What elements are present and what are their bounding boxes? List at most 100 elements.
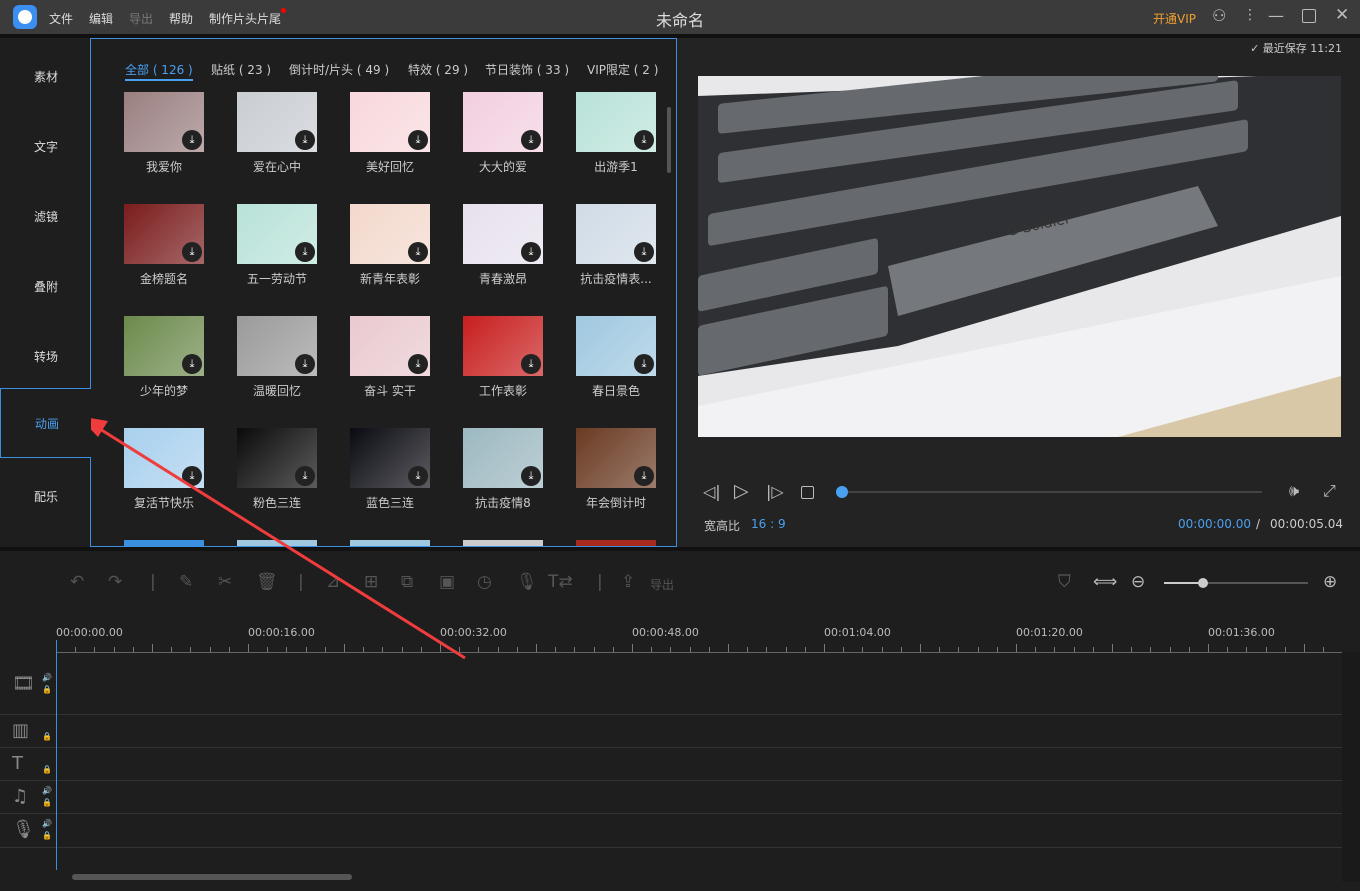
template-thumbnail[interactable]: ⤓	[237, 92, 317, 152]
duration-icon[interactable]: ◷	[477, 572, 492, 592]
nav-transition[interactable]: 转场	[0, 322, 90, 392]
vip-button[interactable]: 开通VIP	[1153, 10, 1196, 27]
lock-icon[interactable]: 🔒	[42, 685, 52, 694]
export-icon[interactable]: ⇪	[621, 572, 635, 592]
nav-text[interactable]: 文字	[0, 112, 90, 182]
download-icon[interactable]: ⤓	[182, 354, 202, 374]
template-thumbnail[interactable]	[237, 540, 317, 546]
close-icon[interactable]: ✕	[1335, 5, 1349, 25]
marker-icon[interactable]: ⛉	[1058, 572, 1071, 592]
mute-icon[interactable]: 🔊	[42, 819, 52, 828]
zoom-in-icon[interactable]: ⊕	[1323, 572, 1337, 592]
template-thumbnail[interactable]: ⤓	[124, 316, 204, 376]
vertical-scrollbar[interactable]	[1342, 652, 1360, 882]
download-icon[interactable]: ⤓	[408, 130, 428, 150]
download-icon[interactable]: ⤓	[521, 130, 541, 150]
template-thumbnail[interactable]: ⤓	[463, 428, 543, 488]
template-thumbnail[interactable]: ⤓	[350, 204, 430, 264]
play-icon[interactable]: ▷	[734, 480, 749, 502]
category-vip[interactable]: VIP限定 ( 2 )	[587, 61, 658, 78]
mosaic-icon[interactable]: ⊞	[364, 572, 378, 592]
minimize-icon[interactable]: —	[1268, 6, 1284, 25]
lock-icon[interactable]: 🔒	[42, 732, 52, 741]
template-thumbnail[interactable]: ⤓	[124, 428, 204, 488]
mute-icon[interactable]: 🔊	[42, 673, 52, 682]
template-thumbnail[interactable]	[576, 540, 656, 546]
download-icon[interactable]: ⤓	[634, 466, 654, 486]
zoom-slider-handle[interactable]	[1198, 578, 1208, 588]
template-thumbnail[interactable]: ⤓	[350, 316, 430, 376]
timeline-track[interactable]: 🎞 🔒 🔊	[0, 654, 1342, 715]
template-thumbnail[interactable]: ⤓	[237, 204, 317, 264]
download-icon[interactable]: ⤓	[408, 354, 428, 374]
cut-icon[interactable]: ✂	[218, 572, 232, 592]
panel-scrollbar[interactable]	[667, 107, 671, 173]
delete-icon[interactable]: 🗑	[256, 572, 278, 592]
zoom-slider[interactable]	[1164, 582, 1308, 584]
template-thumbnail[interactable]: ⤓	[237, 428, 317, 488]
more-icon[interactable]: ⋮	[1243, 7, 1257, 23]
download-icon[interactable]: ⤓	[521, 242, 541, 262]
progress-track[interactable]	[842, 491, 1262, 493]
nav-media[interactable]: 素材	[0, 42, 90, 112]
zoom-out-icon[interactable]: ⊖	[1131, 572, 1145, 592]
lock-icon[interactable]: 🔒	[42, 798, 52, 807]
lock-icon[interactable]: 🔒	[42, 765, 52, 774]
template-thumbnail[interactable]: ⤓	[350, 92, 430, 152]
lock-icon[interactable]: 🔒	[42, 831, 52, 840]
template-thumbnail[interactable]: ⤓	[463, 316, 543, 376]
download-icon[interactable]: ⤓	[634, 242, 654, 262]
download-icon[interactable]: ⤓	[634, 130, 654, 150]
template-thumbnail[interactable]: ⤓	[124, 204, 204, 264]
edit-icon[interactable]: ✎	[179, 572, 193, 592]
category-effects[interactable]: 特效 ( 29 )	[408, 61, 468, 78]
split-screen-icon[interactable]: ⧉	[401, 572, 413, 592]
next-frame-icon[interactable]: |▷	[766, 482, 784, 501]
aspect-ratio[interactable]: 16 : 9	[751, 517, 786, 531]
nav-music[interactable]: 配乐	[0, 462, 90, 532]
fullscreen-icon[interactable]: ⤢	[1323, 481, 1336, 501]
timeline-track[interactable]: ♫ 🔒 🔊	[0, 781, 1342, 814]
template-thumbnail[interactable]: ⤓	[576, 92, 656, 152]
download-icon[interactable]: ⤓	[521, 354, 541, 374]
timeline-scrollbar[interactable]	[72, 874, 352, 880]
template-thumbnail[interactable]	[463, 540, 543, 546]
stop-icon[interactable]	[801, 486, 814, 499]
template-thumbnail[interactable]: ⤓	[463, 92, 543, 152]
download-icon[interactable]: ⤓	[182, 466, 202, 486]
template-thumbnail[interactable]: ⤓	[576, 204, 656, 264]
category-holiday[interactable]: 节日装饰 ( 33 )	[485, 61, 569, 78]
record-icon[interactable]: 🎙	[516, 572, 538, 592]
nav-overlay[interactable]: 叠附	[0, 252, 90, 322]
template-thumbnail[interactable]	[350, 540, 430, 546]
nav-filter[interactable]: 滤镜	[0, 182, 90, 252]
timeline-track[interactable]: 🎙 🔒 🔊	[0, 814, 1342, 848]
download-icon[interactable]: ⤓	[295, 242, 315, 262]
download-icon[interactable]: ⤓	[182, 242, 202, 262]
mute-icon[interactable]: 🔊	[42, 786, 52, 795]
fit-timeline-icon[interactable]: ⟺	[1093, 572, 1117, 592]
frame-icon[interactable]: ▣	[439, 572, 455, 592]
timeline-track[interactable]: ▥ 🔒	[0, 715, 1342, 748]
redo-icon[interactable]: ↷	[108, 572, 122, 592]
download-icon[interactable]: ⤓	[408, 242, 428, 262]
volume-icon[interactable]: 🕪	[1289, 481, 1299, 501]
export-button[interactable]: 导出	[650, 576, 674, 593]
download-icon[interactable]: ⤓	[634, 354, 654, 374]
template-thumbnail[interactable]: ⤓	[463, 204, 543, 264]
download-icon[interactable]: ⤓	[295, 466, 315, 486]
template-thumbnail[interactable]: ⤓	[124, 92, 204, 152]
download-icon[interactable]: ⤓	[295, 354, 315, 374]
maximize-icon[interactable]	[1302, 9, 1316, 23]
playhead[interactable]	[56, 640, 57, 870]
download-icon[interactable]: ⤓	[182, 130, 202, 150]
template-thumbnail[interactable]: ⤓	[350, 428, 430, 488]
download-icon[interactable]: ⤓	[408, 466, 428, 486]
download-icon[interactable]: ⤓	[295, 130, 315, 150]
download-icon[interactable]: ⤓	[521, 466, 541, 486]
text-to-speech-icon[interactable]: T⇄	[548, 572, 573, 592]
user-icon[interactable]: ⚇	[1212, 6, 1226, 25]
timeline-track[interactable]: T 🔒	[0, 748, 1342, 781]
category-all[interactable]: 全部 ( 126 )	[125, 61, 193, 81]
template-thumbnail[interactable]: ⤓	[576, 316, 656, 376]
